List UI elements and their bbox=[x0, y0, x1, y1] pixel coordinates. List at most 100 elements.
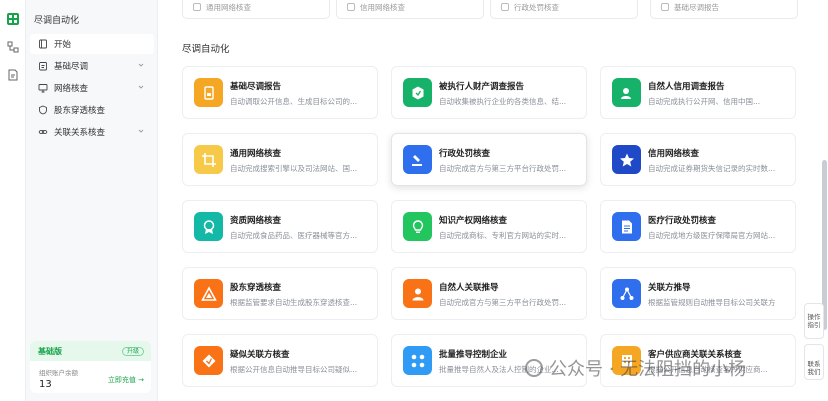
card-title: 医疗行政处罚核查 bbox=[648, 216, 717, 226]
recharge-link[interactable]: 立即充值 → bbox=[108, 375, 144, 385]
bulb-icon bbox=[403, 212, 432, 241]
tool-card[interactable]: 自然人信用调查报告 自动完成执行公开网、信用中国... bbox=[600, 66, 796, 119]
user-icon bbox=[403, 279, 432, 308]
chip-label: 通用网络核查 bbox=[206, 2, 251, 12]
card-title: 基础尽调报告 bbox=[230, 82, 282, 92]
card-title: 行政处罚核查 bbox=[439, 149, 491, 159]
tool-card[interactable]: 医疗行政处罚核查 自动完成地方级医疗保障局官方网站... bbox=[600, 200, 796, 253]
contact-label-2: 我们 bbox=[807, 368, 821, 376]
card-description: 自动调取公开信息、生成目标公司的... bbox=[230, 97, 358, 106]
plan-header: 基础版 升级 bbox=[30, 341, 151, 361]
tool-card[interactable]: 被执行人财产调查报告 自动收集被执行企业的各类信息、结... bbox=[391, 66, 587, 119]
card-description: 自动完成官方与第三方平台行政处罚... bbox=[439, 164, 567, 173]
upgrade-button[interactable]: 升级 bbox=[121, 346, 144, 356]
card-title: 批量推导控制企业 bbox=[439, 350, 508, 360]
watermark-text: 公众号 · 无法阻挡的小杨 bbox=[549, 359, 747, 380]
flow-icon[interactable] bbox=[7, 41, 19, 53]
share-icon bbox=[612, 279, 641, 308]
chevron-down-icon bbox=[138, 85, 144, 89]
card-description: 根据监管要求自动生成股东穿透核查... bbox=[230, 298, 358, 307]
chip-label: 信用网络核查 bbox=[360, 2, 405, 12]
chip-icon bbox=[193, 3, 201, 11]
card-description: 自动收集被执行企业的各类信息、结... bbox=[439, 97, 567, 106]
tool-card[interactable]: 关联方推导根据监管规则自动推导目标公司关联方 bbox=[600, 267, 796, 320]
main-content: 通用网络核查 信用网络核查 行政处罚核查 基础尽调报告 尽调自动化 基础尽调报告… bbox=[158, 0, 828, 401]
award-icon bbox=[194, 212, 223, 241]
card-description: 根据公开信息自动推导目标公司疑似... bbox=[230, 365, 358, 374]
gavel-icon bbox=[403, 145, 432, 174]
person-check-icon bbox=[612, 78, 641, 107]
hexagon-icon bbox=[403, 78, 432, 107]
sidebar-item-basic-dd[interactable]: 基础尽调 bbox=[30, 56, 154, 76]
card-description: 自动完成官方与第三方平台行政处罚... bbox=[439, 298, 567, 307]
sidebar-item-label: 股东穿透核查 bbox=[54, 106, 106, 116]
card-title: 资质网络核查 bbox=[230, 216, 282, 226]
tool-card[interactable]: 自然人关联推导自动完成官方与第三方平台行政处罚... bbox=[391, 267, 587, 320]
plan-card: 基础版 升级 组织账户余额 13 立即充值 → bbox=[30, 341, 151, 393]
chip-icon bbox=[661, 3, 669, 11]
contact-label-1: 联系 bbox=[807, 360, 821, 368]
sidebar: 尽调自动化 开始 基础尽调 网络核查 股东穿透核查 关联关系核查 基础版 升级 … bbox=[26, 0, 158, 401]
monitor-icon bbox=[38, 83, 48, 93]
card-title: 知识产权网络核查 bbox=[439, 216, 508, 226]
quick-chip[interactable]: 通用网络核查 bbox=[182, 0, 330, 19]
sidebar-item-shareholder[interactable]: 股东穿透核查 bbox=[30, 100, 154, 120]
card-description: 根据监管规则自动推导目标公司关联方 bbox=[648, 298, 776, 307]
shield-icon bbox=[38, 105, 48, 115]
tool-card[interactable]: 基础尽调报告自动调取公开信息、生成目标公司的... bbox=[182, 66, 378, 119]
tool-card[interactable]: 信用网络核查自动完成证券期货失信记录的实时数... bbox=[600, 133, 796, 186]
diamond-icon bbox=[194, 346, 223, 375]
card-description: 自动完成商标、专利官方网站的实时... bbox=[439, 231, 567, 240]
chip-label: 基础尽调报告 bbox=[674, 2, 719, 12]
nodes-icon bbox=[403, 346, 432, 375]
tool-card[interactable]: 行政处罚核查自动完成官方与第三方平台行政处罚... bbox=[391, 133, 587, 186]
grid-icon[interactable] bbox=[7, 13, 19, 25]
tool-card[interactable]: 通用网络核查 自动完成搜索引擎以及司法网站、国... bbox=[182, 133, 378, 186]
tool-card[interactable]: 资质网络核查 自动完成食品药品、医疗器械等官方... bbox=[182, 200, 378, 253]
tool-card[interactable]: 疑似关联方核查根据公开信息自动推导目标公司疑似... bbox=[182, 334, 378, 387]
chevron-down-icon bbox=[138, 129, 144, 133]
balance-label: 组织账户余额 bbox=[39, 369, 78, 377]
section-title: 尽调自动化 bbox=[182, 44, 230, 55]
guide-label-1: 操作 bbox=[807, 313, 821, 321]
wechat-icon bbox=[525, 359, 543, 377]
card-title: 关联方推导 bbox=[648, 283, 691, 293]
card-description: 自动完成证券期货失信记录的实时数... bbox=[648, 164, 776, 173]
guide-button[interactable]: 操作 指引 bbox=[804, 303, 824, 339]
balance-value: 13 bbox=[39, 379, 52, 390]
chip-label: 行政处罚核查 bbox=[514, 2, 559, 12]
icon-rail bbox=[0, 0, 26, 401]
card-title: 自然人关联推导 bbox=[439, 283, 499, 293]
chip-icon bbox=[501, 3, 509, 11]
card-title: 股东穿透核查 bbox=[230, 283, 282, 293]
report-icon bbox=[194, 78, 223, 107]
link-icon bbox=[38, 127, 48, 137]
sidebar-item-label: 开始 bbox=[54, 40, 72, 50]
quick-chip[interactable]: 基础尽调报告 bbox=[650, 0, 798, 19]
contact-button[interactable]: 联系 我们 bbox=[804, 344, 824, 380]
sidebar-item-start[interactable]: 开始 bbox=[30, 34, 154, 54]
triangle-icon bbox=[194, 279, 223, 308]
card-title: 疑似关联方核查 bbox=[230, 350, 290, 360]
sidebar-item-label: 网络核查 bbox=[54, 84, 89, 94]
sidebar-item-relations[interactable]: 关联关系核查 bbox=[30, 122, 154, 142]
sidebar-item-label: 关联关系核查 bbox=[54, 128, 106, 138]
file-icon[interactable] bbox=[7, 69, 19, 81]
guide-label-2: 指引 bbox=[807, 321, 821, 329]
sidebar-title: 尽调自动化 bbox=[34, 16, 80, 26]
quick-chip[interactable]: 行政处罚核查 bbox=[490, 0, 638, 19]
plan-name: 基础版 bbox=[38, 346, 62, 356]
tool-card[interactable]: 知识产权网络核查自动完成商标、专利官方网站的实时... bbox=[391, 200, 587, 253]
tool-card[interactable]: 股东穿透核查根据监管要求自动生成股东穿透核查... bbox=[182, 267, 378, 320]
sidebar-item-network-check[interactable]: 网络核查 bbox=[30, 78, 154, 98]
card-title: 信用网络核查 bbox=[648, 149, 700, 159]
quick-chip[interactable]: 信用网络核查 bbox=[336, 0, 484, 19]
document-icon bbox=[612, 212, 641, 241]
card-description: 自动完成搜索引擎以及司法网站、国... bbox=[230, 164, 358, 173]
star-icon bbox=[612, 145, 641, 174]
card-description: 自动完成执行公开网、信用中国... bbox=[648, 97, 761, 106]
crop-icon bbox=[194, 145, 223, 174]
watermark: 公众号 · 无法阻挡的小杨 bbox=[525, 355, 746, 381]
sidebar-item-label: 基础尽调 bbox=[54, 62, 89, 72]
book-icon bbox=[38, 39, 48, 49]
